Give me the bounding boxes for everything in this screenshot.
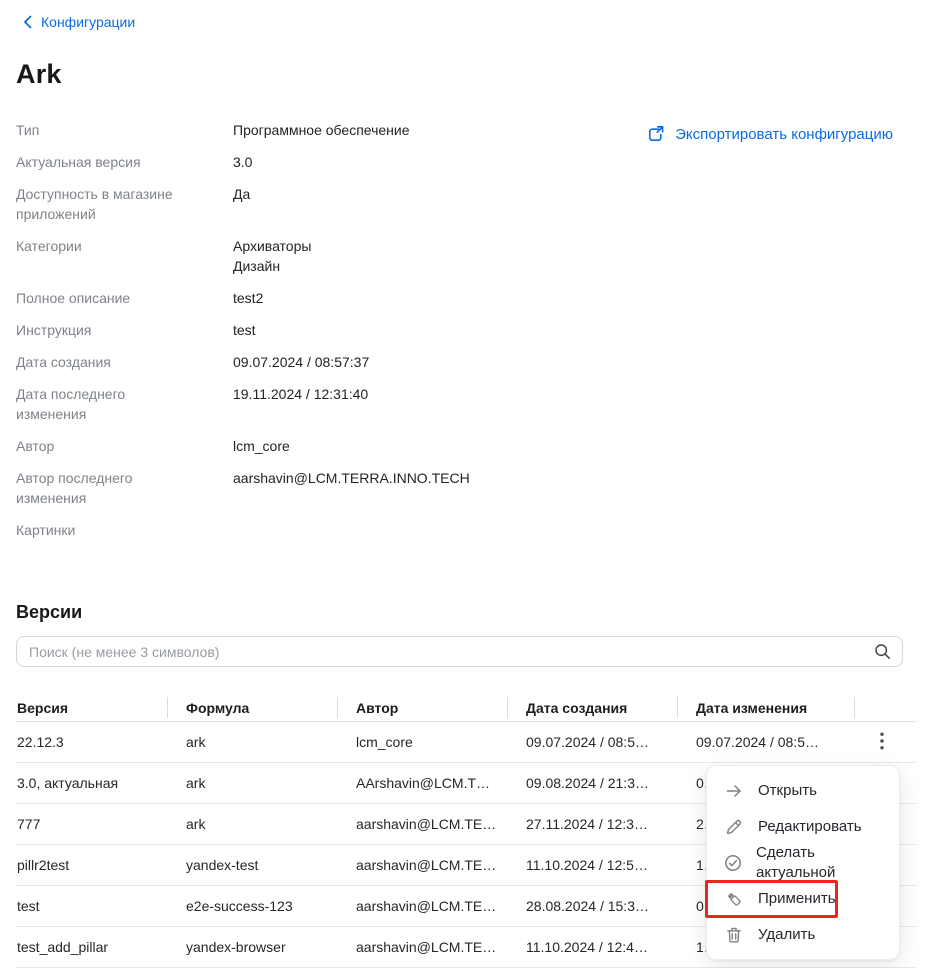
cell-created: 09.08.2024 / 21:3…: [508, 775, 678, 791]
cell-formula: yandex-browser: [168, 939, 338, 955]
cell-version: 22.12.3: [16, 734, 168, 750]
versions-section-heading: Версии: [16, 602, 917, 623]
detail-label: Автор последнего изменения: [16, 468, 188, 508]
cell-version: 777: [16, 816, 168, 832]
detail-row-categories: Категории Архиваторы Дизайн: [16, 236, 917, 276]
page-title: Ark: [16, 59, 917, 90]
detail-label: Инструкция: [16, 320, 188, 340]
search-input[interactable]: [16, 636, 903, 667]
table-row: 22.12.3 ark lcm_core 09.07.2024 / 08:5… …: [16, 722, 917, 763]
detail-value: [233, 520, 917, 540]
cell-author: aarshavin@LCM.TE…: [338, 898, 508, 914]
cell-created: 28.08.2024 / 15:3…: [508, 898, 678, 914]
cell-created: 09.07.2024 / 08:5…: [508, 734, 678, 750]
detail-label: Актуальная версия: [16, 152, 188, 172]
cell-formula: e2e-success-123: [168, 898, 338, 914]
cell-created: 11.10.2024 / 12:5…: [508, 857, 678, 873]
back-link-configurations[interactable]: Конфигурации: [23, 14, 135, 30]
menu-item-label: Удалить: [758, 925, 815, 945]
export-link-label: Экспортировать конфигурацию: [675, 126, 893, 143]
detail-row-created-date: Дата создания 09.07.2024 / 08:57:37: [16, 352, 917, 372]
detail-value: test2: [233, 288, 917, 308]
cell-formula: ark: [168, 734, 338, 750]
details-panel: Экспортировать конфигурацию Тип Программ…: [16, 120, 917, 540]
pencil-icon: [724, 817, 744, 837]
detail-value: 3.0: [233, 152, 917, 172]
detail-value: Архиваторы: [233, 236, 917, 256]
detail-label: Тип: [16, 120, 188, 140]
row-actions-context-menu: Открыть Редактировать Сделать актуальной: [706, 765, 900, 960]
cell-version: pillr2test: [16, 857, 168, 873]
menu-item-label: Открыть: [758, 781, 817, 801]
table-header-row: Версия Формула Автор Дата создания Дата …: [16, 694, 917, 722]
detail-value: Да: [233, 184, 917, 224]
cell-author: lcm_core: [338, 734, 508, 750]
detail-value: lcm_core: [233, 436, 917, 456]
column-header-formula: Формула: [168, 694, 338, 721]
cell-formula: ark: [168, 816, 338, 832]
detail-label: Картинки: [16, 520, 188, 540]
detail-row-full-description: Полное описание test2: [16, 288, 917, 308]
export-configuration-button[interactable]: Экспортировать конфигурацию: [646, 125, 893, 144]
cell-formula: yandex-test: [168, 857, 338, 873]
versions-search: [16, 636, 903, 667]
detail-value: 09.07.2024 / 08:57:37: [233, 352, 917, 372]
check-circle-icon: [724, 853, 742, 873]
detail-row-actual-version: Актуальная версия 3.0: [16, 152, 917, 172]
cell-version: 3.0, актуальная: [16, 775, 168, 791]
cell-author: aarshavin@LCM.TE…: [338, 857, 508, 873]
menu-item-apply[interactable]: Применить: [707, 881, 899, 917]
cell-author: AArshavin@LCM.T…: [338, 775, 508, 791]
menu-item-label: Сделать актуальной: [756, 843, 882, 883]
detail-value: Дизайн: [233, 256, 917, 276]
arrow-right-icon: [724, 781, 744, 801]
detail-label: Доступность в магазине приложений: [16, 184, 188, 224]
detail-value: test: [233, 320, 917, 340]
configuration-detail-page: Конфигурации Ark Экспортировать конфигур…: [0, 0, 933, 963]
detail-row-last-author: Автор последнего изменения aarshavin@LCM…: [16, 468, 917, 508]
search-icon[interactable]: [874, 643, 891, 665]
column-header-modified: Дата изменения: [678, 694, 855, 721]
detail-row-author: Автор lcm_core: [16, 436, 917, 456]
detail-label: Дата создания: [16, 352, 188, 372]
menu-item-edit[interactable]: Редактировать: [707, 809, 899, 845]
cell-formula: ark: [168, 775, 338, 791]
column-header-version: Версия: [16, 694, 168, 721]
trash-icon: [724, 925, 744, 945]
back-link-label: Конфигурации: [41, 14, 135, 30]
cell-created: 11.10.2024 / 12:4…: [508, 939, 678, 955]
detail-row-instruction: Инструкция test: [16, 320, 917, 340]
detail-row-modified-date: Дата последнего изменения 19.11.2024 / 1…: [16, 384, 917, 424]
menu-item-delete[interactable]: Удалить: [707, 917, 899, 953]
usb-drive-icon: [724, 889, 744, 909]
detail-row-images: Картинки: [16, 520, 917, 540]
detail-row-store-availability: Доступность в магазине приложений Да: [16, 184, 917, 224]
cell-version: test: [16, 898, 168, 914]
export-icon: [646, 125, 665, 144]
cell-version: test_add_pillar: [16, 939, 168, 955]
menu-item-label: Применить: [758, 889, 836, 909]
column-header-author: Автор: [338, 694, 508, 721]
menu-item-make-actual[interactable]: Сделать актуальной: [707, 845, 899, 881]
cell-modified: 09.07.2024 / 08:5…: [678, 734, 855, 750]
detail-value: 19.11.2024 / 12:31:40: [233, 384, 917, 424]
cell-author: aarshavin@LCM.TE…: [338, 939, 508, 955]
column-header-created: Дата создания: [508, 694, 678, 721]
column-header-actions: [855, 694, 917, 721]
cell-created: 27.11.2024 / 12:3…: [508, 816, 678, 832]
detail-value: aarshavin@LCM.TERRA.INNO.TECH: [233, 468, 917, 508]
menu-item-label: Редактировать: [758, 817, 862, 837]
detail-label: Автор: [16, 436, 188, 456]
chevron-left-icon: [23, 15, 32, 29]
detail-label: Полное описание: [16, 288, 188, 308]
menu-item-open[interactable]: Открыть: [707, 773, 899, 809]
detail-label: Категории: [16, 236, 188, 276]
kebab-icon: [880, 732, 884, 753]
cell-author: aarshavin@LCM.TE…: [338, 816, 508, 832]
detail-label: Дата последнего изменения: [16, 384, 188, 424]
row-actions-kebab-button[interactable]: [869, 729, 895, 755]
